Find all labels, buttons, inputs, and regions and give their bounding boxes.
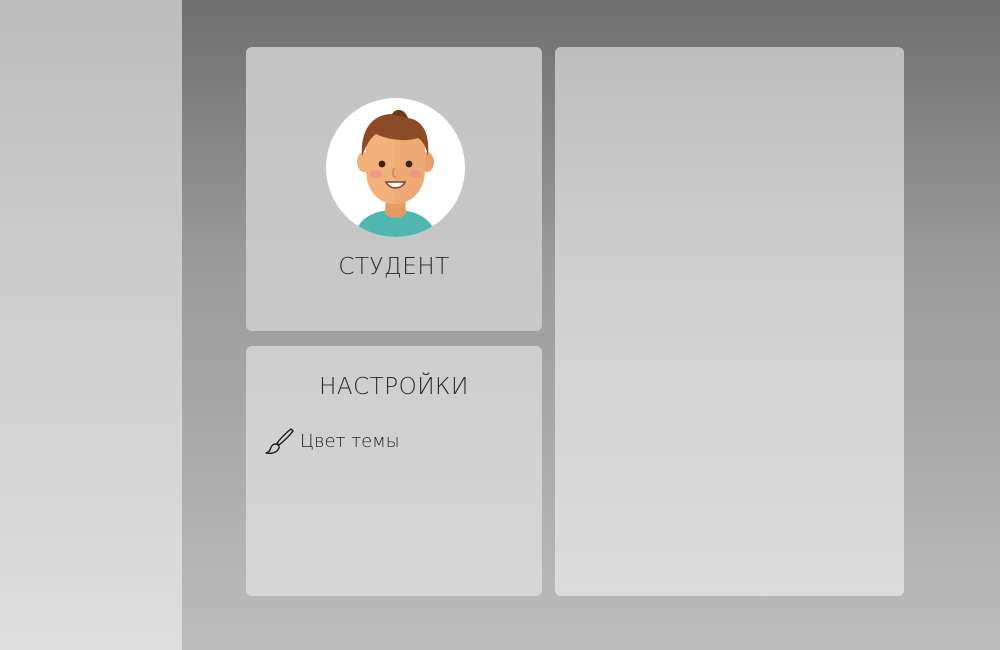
settings-item-theme-color[interactable]: Цвет темы [264,426,400,456]
sidebar [0,0,182,650]
settings-item-label: Цвет темы [300,430,400,452]
paint-brush-icon [265,428,294,455]
role-label: СТУДЕНТ [338,254,450,280]
profile-card: СТУДЕНТ [246,47,542,331]
content-panel [555,47,904,596]
settings-card: НАСТРОЙКИ Цвет темы [246,346,542,596]
student-avatar-icon [326,98,465,237]
app-window: СТУДЕНТ НАСТРОЙКИ Цвет темы [0,0,1000,650]
settings-title: НАСТРОЙКИ [319,374,469,400]
